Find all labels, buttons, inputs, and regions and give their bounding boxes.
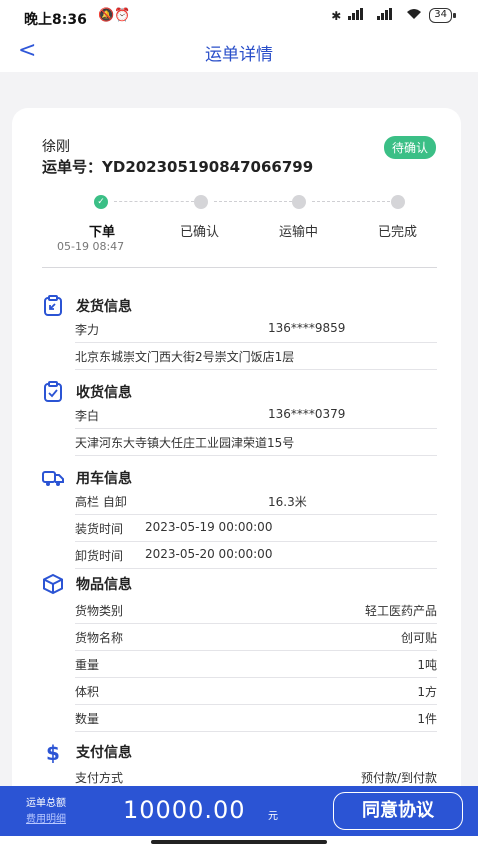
section-title: 支付信息: [76, 745, 132, 761]
signal-icon: [348, 8, 370, 23]
step-label-confirmed: 已确认: [180, 225, 220, 240]
receiving-contact-row: 李白 136****0379: [75, 402, 437, 429]
shipping-address-row: 北京东城崇文门西大街2号崇文门饭店1层: [75, 343, 437, 370]
unload-time: 2023-05-20 00:00:00: [145, 547, 273, 561]
consignee-name: 徐刚: [42, 139, 70, 155]
section-title: 用车信息: [76, 471, 132, 487]
bottom-action-bar: 运单总额 费用明细 10000.00 元 同意协议: [0, 786, 478, 836]
unload-time-label: 卸货时间: [75, 549, 124, 563]
goods-row: 数量 1件: [75, 705, 437, 732]
bluetooth-icon: ✱: [331, 8, 342, 23]
section-title: 物品信息: [76, 577, 132, 593]
section-title: 收货信息: [76, 385, 132, 401]
total-label: 运单总额: [26, 798, 66, 809]
step-label-transit: 运输中: [279, 225, 319, 240]
unload-time-row: 卸货时间 2023-05-20 00:00:00: [75, 542, 437, 569]
goods-label: 体积: [75, 685, 100, 699]
shipper-name: 李力: [75, 323, 100, 337]
goods-row: 货物类别 轻工医药产品: [75, 597, 437, 624]
payment-method-label: 支付方式: [75, 771, 124, 785]
step-dot-icon: [292, 195, 306, 209]
clipboard-out-icon: [42, 295, 64, 317]
goods-label: 货物类别: [75, 604, 124, 618]
shipper-phone[interactable]: 136****9859: [268, 321, 345, 335]
svg-text:$: $: [46, 741, 60, 763]
goods-value: 轻工医药产品: [364, 604, 437, 618]
goods-value: 1吨: [417, 658, 437, 672]
goods-label: 货物名称: [75, 631, 124, 645]
load-time: 2023-05-19 00:00:00: [145, 520, 273, 534]
receiver-name: 李白: [75, 409, 100, 423]
goods-label: 数量: [75, 712, 100, 726]
status-right-icons: ✱ 34: [331, 8, 456, 23]
receiver-address: 天津河东大寺镇大任庄工业园津荣道15号: [75, 436, 295, 450]
load-time-label: 装货时间: [75, 522, 124, 536]
vehicle-type-row: 高栏 自卸 16.3米: [75, 488, 437, 515]
goods-row: 货物名称 创可贴: [75, 624, 437, 651]
shipper-address: 北京东城崇文门西大街2号崇文门饭店1层: [75, 350, 295, 364]
home-area: [0, 836, 478, 850]
progress-steps: ✓ 下单 已确认 运输中 已完成 05-19 08:47: [42, 192, 437, 254]
step-dot-icon: [194, 195, 208, 209]
status-bar: 晚上8:36 🔕⏰ ✱ 34: [0, 0, 478, 34]
status-badge: 待确认: [383, 136, 436, 159]
section-title: 发货信息: [76, 299, 132, 315]
clipboard-check-icon: [42, 381, 64, 403]
waybill-number: 运单号：YD202305190847066799: [42, 158, 314, 176]
agree-button[interactable]: 同意协议: [333, 792, 463, 830]
receiver-phone[interactable]: 136****0379: [268, 407, 345, 421]
goods-row: 体积 1方: [75, 678, 437, 705]
step-time: 05-19 08:47: [57, 240, 125, 253]
step-label-completed: 已完成: [378, 225, 418, 240]
truck-icon: [42, 467, 64, 489]
vehicle-length: 16.3米: [268, 495, 307, 509]
shipping-contact-row: 李力 136****9859: [75, 316, 437, 343]
wifi-icon: [406, 8, 422, 23]
step-connector: [114, 201, 194, 202]
goods-value: 1件: [417, 712, 437, 726]
step-dot-icon: [391, 195, 405, 209]
fee-details-link[interactable]: 费用明细: [26, 810, 66, 825]
load-time-row: 装货时间 2023-05-19 00:00:00: [75, 515, 437, 542]
mute-alarm-icons: 🔕⏰: [98, 8, 131, 23]
dollar-icon: $: [42, 741, 64, 765]
divider: [42, 267, 437, 268]
step-connector: [214, 201, 292, 202]
payment-method: 预付款/到付款: [360, 771, 437, 785]
goods-label: 重量: [75, 658, 100, 672]
amount-unit: 元: [268, 811, 278, 822]
nav-bar: < 运单详情: [0, 34, 478, 72]
step-label-order: 下单: [89, 225, 116, 240]
package-icon: [42, 573, 64, 595]
total-amount: 10000.00: [123, 796, 246, 824]
battery-icon: 34: [429, 8, 456, 23]
step-connector: [312, 201, 390, 202]
home-indicator[interactable]: [151, 840, 327, 844]
signal-icon-2: [377, 8, 399, 23]
status-time: 晚上8:36: [24, 12, 87, 28]
step-dot-done-icon: ✓: [94, 195, 108, 209]
page-title: 运单详情: [205, 45, 273, 65]
goods-value: 1方: [417, 685, 437, 699]
goods-row: 重量 1吨: [75, 651, 437, 678]
receiving-address-row: 天津河东大寺镇大任庄工业园津荣道15号: [75, 429, 437, 456]
goods-value: 创可贴: [400, 631, 437, 645]
waybill-card: 徐刚 运单号：YD202305190847066799 待确认 ✓ 下单 已确认…: [12, 108, 461, 808]
vehicle-type: 高栏 自卸: [75, 495, 127, 509]
